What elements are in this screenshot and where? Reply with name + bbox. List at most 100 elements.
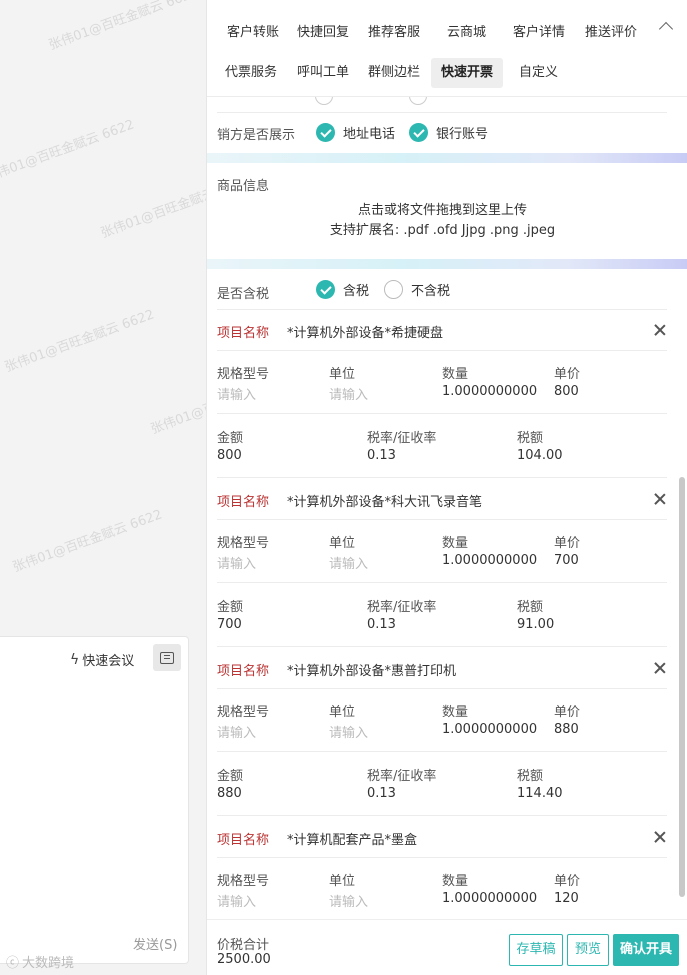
item-name-value[interactable]: *计算机外部设备*科大讯飞录音笔 xyxy=(287,491,482,510)
item-name-label: 项目名称 xyxy=(217,664,270,679)
spec-input[interactable]: 请输入 xyxy=(217,891,256,910)
rate-label: 税率/征收率 xyxy=(367,769,437,784)
close-icon[interactable] xyxy=(654,493,666,505)
send-button[interactable]: 发送(S) xyxy=(133,934,177,953)
section-divider-stripe xyxy=(207,153,687,163)
divider xyxy=(217,413,667,414)
invoice-form: 销方是否展示 地址电话 银行账号 商品信息 点击或将文件拖拽到这里上传 支持扩展… xyxy=(207,97,687,919)
section-divider-stripe xyxy=(207,259,687,269)
unit-input[interactable]: 请输入 xyxy=(329,722,368,741)
upload-dropzone[interactable]: 点击或将文件拖拽到这里上传 支持扩展名: .pdf .ofd Jjpg .png… xyxy=(207,201,678,241)
watermark: 张伟01@百旺金赋云 6622 xyxy=(46,0,201,54)
item-name-label: 项目名称 xyxy=(217,833,270,848)
spec-input[interactable]: 请输入 xyxy=(217,722,256,741)
divider xyxy=(217,646,667,647)
watermark: 张伟01@百旺金赋云 6622 xyxy=(10,507,165,576)
spec-label: 规格型号 xyxy=(217,705,270,720)
item-name-value[interactable]: *计算机外部设备*惠普打印机 xyxy=(287,660,456,679)
quick-meeting-label: 快速会议 xyxy=(82,654,135,669)
tab-custom[interactable]: 自定义 xyxy=(509,58,568,88)
spec-input[interactable]: 请输入 xyxy=(217,553,256,572)
quick-meeting-button[interactable]: ϟ 快速会议 xyxy=(70,650,135,670)
tab-quick-invoice[interactable]: 快速开票 xyxy=(431,58,504,88)
option-address-phone[interactable]: 地址电话 xyxy=(316,123,395,142)
divider xyxy=(217,815,667,816)
tab-customer-transfer[interactable]: 客户转账 xyxy=(217,18,289,48)
close-icon[interactable] xyxy=(654,831,666,843)
price-input[interactable]: 880 xyxy=(554,722,579,737)
unit-label: 单位 xyxy=(329,705,356,720)
scrollbar[interactable] xyxy=(679,477,685,897)
divider xyxy=(217,350,667,351)
qty-input[interactable]: 1.0000000000 xyxy=(442,891,537,906)
rate-select[interactable]: 0.13 xyxy=(367,786,396,801)
radio-label: 不含税 xyxy=(411,284,451,299)
tax-value: 114.40 xyxy=(517,786,563,801)
tab-push-review[interactable]: 推送评价 xyxy=(575,18,647,48)
price-input[interactable]: 700 xyxy=(554,553,579,568)
lightning-icon: ϟ xyxy=(70,651,80,668)
tab-call-ticket[interactable]: 呼叫工单 xyxy=(287,58,359,88)
option-label: 地址电话 xyxy=(343,127,396,142)
rate-label: 税率/征收率 xyxy=(367,600,437,615)
checked-icon xyxy=(316,123,335,142)
tab-group-sidebar[interactable]: 群侧边栏 xyxy=(358,58,430,88)
price-input[interactable]: 800 xyxy=(554,384,579,399)
preview-button[interactable]: 预览 xyxy=(567,934,609,966)
radio-partial[interactable] xyxy=(409,97,427,105)
seller-display-label: 销方是否展示 xyxy=(217,128,296,143)
tab-recommend-service[interactable]: 推荐客服 xyxy=(358,18,430,48)
sidebar-toggle-button[interactable] xyxy=(153,644,181,671)
tab-cloud-mall[interactable]: 云商城 xyxy=(437,18,496,48)
unit-input[interactable]: 请输入 xyxy=(329,891,368,910)
radio-label: 含税 xyxy=(343,284,370,299)
item-name-value[interactable]: *计算机配套产品*墨盒 xyxy=(287,829,417,848)
divider xyxy=(217,688,667,689)
rate-select[interactable]: 0.13 xyxy=(367,448,396,463)
tax-label: 税额 xyxy=(517,769,544,784)
chat-area: 张伟01@百旺金赋云 6622 张伟01@百旺金赋云 6622 张伟01@百旺金… xyxy=(0,0,206,975)
tax-included-label: 是否含税 xyxy=(217,287,270,302)
amount-input[interactable]: 880 xyxy=(217,786,242,801)
tab-proxy-invoice[interactable]: 代票服务 xyxy=(215,58,287,88)
invoice-footer: 价税合计 2500.00 存草稿 预览 确认开具 xyxy=(207,919,687,975)
brand-name: 大数跨境 xyxy=(22,956,75,971)
price-label: 单价 xyxy=(554,367,581,382)
amount-input[interactable]: 800 xyxy=(217,448,242,463)
confirm-issue-button[interactable]: 确认开具 xyxy=(613,934,679,966)
spec-label: 规格型号 xyxy=(217,367,270,382)
total-value: 2500.00 xyxy=(217,952,271,967)
rate-select[interactable]: 0.13 xyxy=(367,617,396,632)
item-name-value[interactable]: *计算机外部设备*希捷硬盘 xyxy=(287,322,443,341)
watermark: 张伟01@百旺金赋云 6622 xyxy=(2,307,157,376)
tab-customer-detail[interactable]: 客户详情 xyxy=(503,18,575,48)
spec-input[interactable]: 请输入 xyxy=(217,384,256,403)
panel-icon xyxy=(160,651,174,664)
message-input-box[interactable] xyxy=(0,636,189,964)
save-draft-button[interactable]: 存草稿 xyxy=(509,934,563,966)
close-icon[interactable] xyxy=(654,662,666,674)
radio-partial[interactable] xyxy=(315,97,333,105)
item-name-label: 项目名称 xyxy=(217,495,270,510)
brand-logo: ⓒ 大数跨境 xyxy=(6,952,74,971)
price-label: 单价 xyxy=(554,536,581,551)
chevron-up-icon[interactable] xyxy=(658,21,674,37)
unit-input[interactable]: 请输入 xyxy=(329,553,368,572)
unit-label: 单位 xyxy=(329,874,356,889)
close-icon[interactable] xyxy=(654,324,666,336)
option-bank-account[interactable]: 银行账号 xyxy=(409,123,488,142)
amount-input[interactable]: 700 xyxy=(217,617,242,632)
price-input[interactable]: 120 xyxy=(554,891,579,906)
qty-input[interactable]: 1.0000000000 xyxy=(442,384,537,399)
divider xyxy=(217,582,667,583)
tax-label: 税额 xyxy=(517,431,544,446)
radio-tax-included[interactable]: 含税 xyxy=(316,280,369,299)
divider xyxy=(217,112,667,113)
qty-input[interactable]: 1.0000000000 xyxy=(442,722,537,737)
qty-input[interactable]: 1.0000000000 xyxy=(442,553,537,568)
tab-quick-reply[interactable]: 快捷回复 xyxy=(287,18,359,48)
radio-tax-excluded[interactable]: 不含税 xyxy=(384,280,450,299)
tax-value: 104.00 xyxy=(517,448,563,463)
watermark: 张伟01@百旺金赋云 6622 xyxy=(98,173,206,242)
unit-input[interactable]: 请输入 xyxy=(329,384,368,403)
